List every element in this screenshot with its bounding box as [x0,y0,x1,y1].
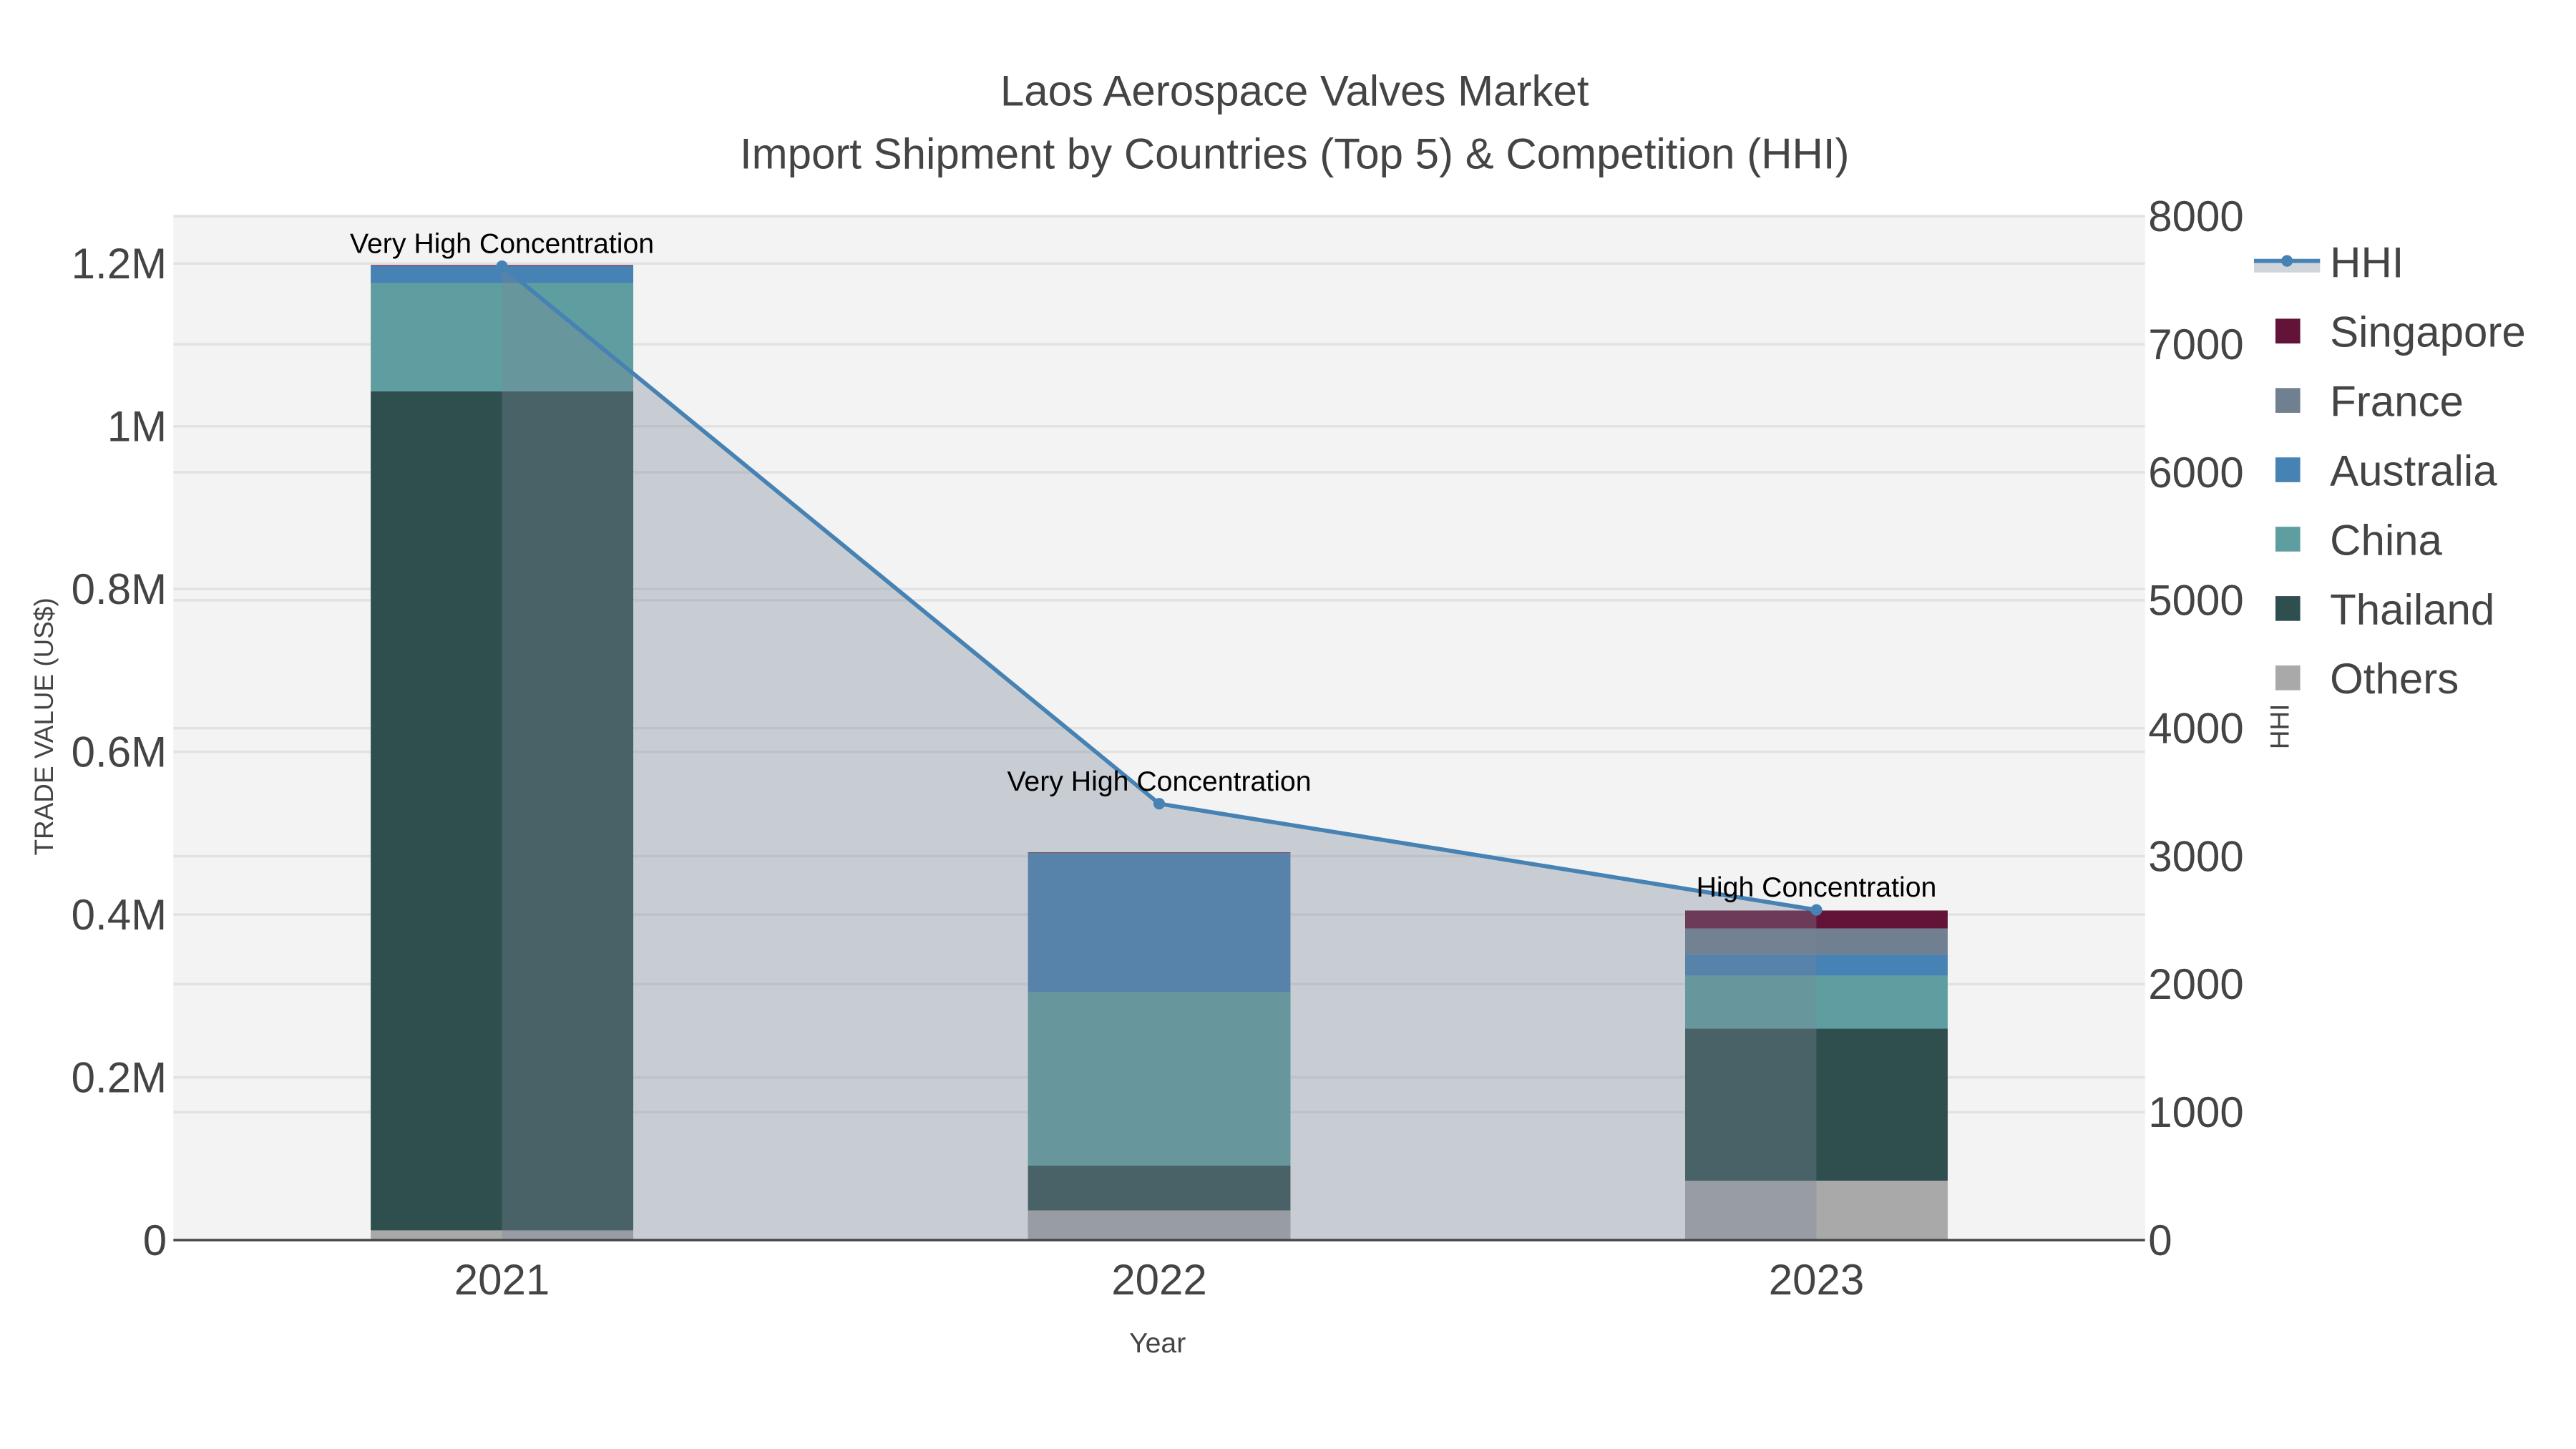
chart: Very High Concentration Very High Concent… [0,0,2576,1449]
y2-tick-label: 1000 [2148,1088,2243,1136]
y-tick-label: 0 [143,1216,167,1264]
legend-label: Thailand [2330,585,2494,633]
hhi-annotation: Very High Concentration [350,228,654,260]
legend-swatch-icon [2275,457,2301,482]
legend-swatch-icon [2275,665,2301,691]
y2-tick-label: 4000 [2148,704,2243,752]
y-tick-label: 1M [107,402,167,450]
hhi-annotation: Very High Concentration [1007,766,1311,797]
legend-label: China [2330,516,2442,564]
legend-label: Others [2330,655,2459,703]
legend-swatch-icon [2275,388,2301,413]
hhi-point [1810,904,1823,916]
legend-label: HHI [2330,239,2404,287]
y-tick-label: 0.2M [72,1053,167,1101]
chart-title: Laos Aerospace Valves Market [1000,67,1589,115]
legend-label: Australia [2330,447,2497,494]
chart-subtitle: Import Shipment by Countries (Top 5) & C… [740,130,1850,177]
x-tick-label: 2022 [1111,1256,1206,1304]
y2-axis-title: HHI [2265,704,2294,750]
hhi-point [1153,798,1166,810]
x-tick-label: 2021 [454,1256,550,1304]
y2-tick-label: 8000 [2148,192,2243,240]
y-tick-label: 0.4M [72,891,167,939]
y2-tick-label: 6000 [2148,449,2243,497]
legend-hhi-marker-icon [2281,255,2293,267]
y2-tick-label: 3000 [2148,832,2243,880]
legend-swatch-icon [2275,596,2301,621]
y-tick-label: 0.8M [72,565,167,613]
y2-tick-label: 0 [2148,1216,2172,1264]
y-axis-title: TRADE VALUE (US$) [29,597,59,855]
hhi-point [496,260,508,273]
legend-swatch-icon [2275,527,2301,552]
x-axis-title: Year [1129,1327,1186,1359]
legend-label: France [2330,378,2464,426]
x-tick-label: 2023 [1769,1256,1864,1304]
hhi-annotation: High Concentration [1697,872,1937,903]
y-tick-label: 1.2M [72,240,167,288]
legend-swatch-icon [2275,318,2301,343]
y2-tick-label: 2000 [2148,960,2243,1008]
y2-tick-label: 7000 [2148,321,2243,369]
y2-tick-label: 5000 [2148,577,2243,625]
legend-label: Singapore [2330,308,2526,356]
y-tick-label: 0.6M [72,728,167,776]
